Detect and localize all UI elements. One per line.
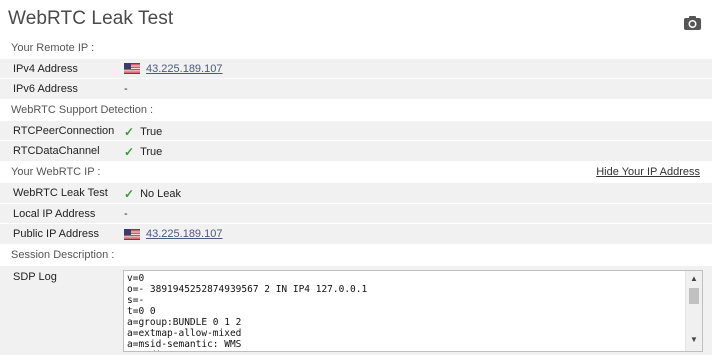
sdp-log-textarea[interactable]: v=0 o=- 3891945252874939567 2 IN IP4 127… bbox=[123, 269, 703, 352]
rtcpeerconnection-value: ✓ True bbox=[124, 125, 162, 139]
camera-icon[interactable] bbox=[683, 14, 702, 32]
public-ip-label: Public IP Address bbox=[13, 228, 100, 241]
results-table: Your Remote IP : IPv4 Address 43.225.189… bbox=[0, 38, 712, 355]
sdp-log-label: SDP Log bbox=[13, 270, 57, 283]
row-sdp-log: SDP Log v=0 o=- 3891945252874939567 2 IN… bbox=[0, 265, 712, 355]
us-flag-icon bbox=[124, 228, 140, 240]
row-public-ip: Public IP Address 43.225.189.107 bbox=[0, 224, 712, 245]
leak-test-status: No Leak bbox=[140, 187, 182, 200]
row-leak-test: WebRTC Leak Test ✓ No Leak bbox=[0, 182, 712, 204]
section-label: Your Remote IP : bbox=[11, 42, 95, 54]
public-ip-address-link[interactable]: 43.225.189.107 bbox=[146, 228, 222, 240]
row-local-ip: Local IP Address - bbox=[0, 203, 712, 225]
local-ip-value: - bbox=[124, 207, 128, 220]
row-ipv6: IPv6 Address - bbox=[0, 79, 712, 101]
section-session-description: Session Description : bbox=[0, 245, 712, 266]
rtcpeerconnection-label: RTCPeerConnection bbox=[13, 124, 115, 137]
ipv6-value: - bbox=[124, 83, 128, 96]
row-ipv4: IPv4 Address 43.225.189.107 bbox=[0, 58, 712, 80]
leak-test-value: ✓ No Leak bbox=[124, 187, 181, 201]
scroll-down-arrow-icon[interactable]: ▼ bbox=[686, 333, 702, 347]
sdp-log-content: v=0 o=- 3891945252874939567 2 IN IP4 127… bbox=[127, 272, 442, 351]
sdp-scrollbar[interactable]: ▲ ▼ bbox=[685, 270, 702, 351]
rtcdatachannel-value: ✓ True bbox=[124, 145, 162, 159]
section-webrtc-ip: Your WebRTC IP : Hide Your IP Address bbox=[0, 162, 712, 183]
checkmark-icon: ✓ bbox=[124, 145, 135, 160]
section-remote-ip: Your Remote IP : bbox=[0, 38, 712, 59]
rtcdatachannel-label: RTCDataChannel bbox=[13, 145, 100, 158]
us-flag-icon bbox=[124, 63, 140, 75]
row-rtcdatachannel: RTCDataChannel ✓ True bbox=[0, 141, 712, 163]
scroll-up-arrow-icon[interactable]: ▲ bbox=[686, 272, 702, 286]
header: WebRTC Leak Test bbox=[0, 0, 712, 42]
leak-test-label: WebRTC Leak Test bbox=[13, 186, 108, 199]
checkmark-icon: ✓ bbox=[124, 124, 135, 139]
scroll-thumb[interactable] bbox=[689, 287, 699, 304]
ipv4-address-link[interactable]: 43.225.189.107 bbox=[146, 63, 222, 75]
rtcdatachannel-status: True bbox=[140, 146, 163, 159]
public-ip-value: 43.225.189.107 bbox=[124, 228, 222, 240]
page-title: WebRTC Leak Test bbox=[8, 8, 174, 29]
ipv4-value: 43.225.189.107 bbox=[124, 63, 222, 75]
ipv6-label: IPv6 Address bbox=[13, 83, 78, 96]
section-label: WebRTC Support Detection : bbox=[11, 104, 154, 117]
row-rtcpeerconnection: RTCPeerConnection ✓ True bbox=[0, 120, 712, 142]
hide-ip-link[interactable]: Hide Your IP Address bbox=[596, 166, 700, 178]
checkmark-icon: ✓ bbox=[124, 186, 135, 201]
section-support-detection: WebRTC Support Detection : bbox=[0, 100, 712, 121]
ipv4-label: IPv4 Address bbox=[13, 62, 78, 75]
section-label: Your WebRTC IP : bbox=[11, 166, 101, 179]
local-ip-label: Local IP Address bbox=[13, 207, 96, 220]
rtcpeerconnection-status: True bbox=[140, 125, 163, 138]
section-label: Session Description : bbox=[11, 248, 115, 261]
